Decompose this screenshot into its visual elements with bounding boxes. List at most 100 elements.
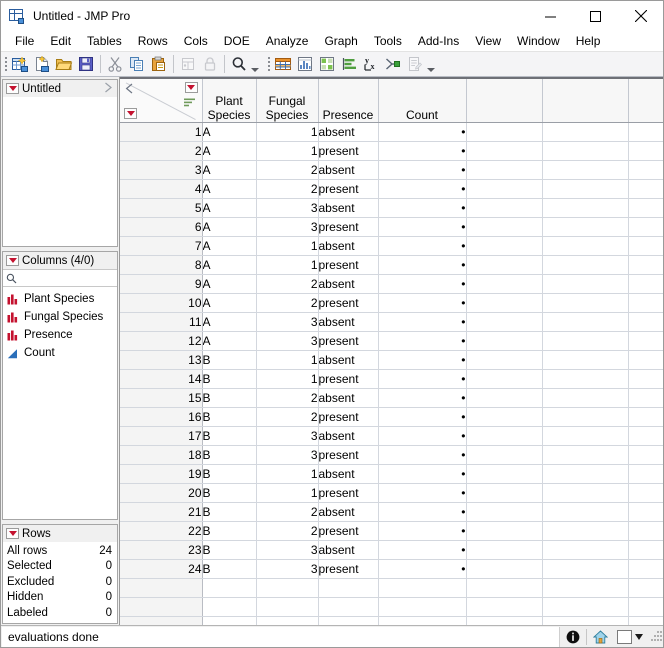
row-number-cell[interactable]: 9 — [120, 274, 203, 294]
column-item-plant-species[interactable]: Plant Species — [3, 290, 117, 308]
cell-plant-species[interactable]: B — [202, 502, 257, 522]
cell-presence[interactable]: absent — [318, 540, 379, 560]
table-row[interactable]: 11 A 3 absent • — [120, 312, 663, 332]
cell-presence[interactable]: present — [318, 483, 379, 503]
table-row[interactable]: 12 A 3 present • — [120, 331, 663, 351]
minimize-button[interactable] — [528, 1, 573, 31]
menu-graph[interactable]: Graph — [316, 32, 365, 50]
cell-fungal-species[interactable]: 1 — [256, 483, 319, 503]
menu-rows[interactable]: Rows — [130, 32, 176, 50]
table-row[interactable]: 10 A 2 present • — [120, 293, 663, 313]
cell-fungal-species[interactable]: 3 — [256, 217, 319, 237]
cell-count[interactable]: • — [378, 521, 467, 541]
menu-cols[interactable]: Cols — [176, 32, 216, 50]
cell-plant-species[interactable]: A — [202, 198, 257, 218]
table-row[interactable]: 15 B 2 absent • — [120, 388, 663, 408]
rows-stat-labeled[interactable]: Labeled 0 — [3, 605, 117, 621]
cell-fungal-species[interactable]: 1 — [256, 350, 319, 370]
cell-count[interactable]: • — [378, 274, 467, 294]
cell-presence[interactable]: present — [318, 293, 379, 313]
table-row[interactable]: 8 A 1 present • — [120, 255, 663, 275]
cell-presence[interactable]: absent — [318, 464, 379, 484]
cell-fungal-species[interactable]: 1 — [256, 236, 319, 256]
cell-fungal-species[interactable]: 3 — [256, 312, 319, 332]
cell-count[interactable]: • — [378, 559, 467, 579]
cell-plant-species[interactable]: A — [202, 236, 257, 256]
cell-fungal-species[interactable]: 3 — [256, 445, 319, 465]
cell-plant-species[interactable]: B — [202, 464, 257, 484]
cell-plant-species[interactable]: A — [202, 141, 257, 161]
columns-search-box[interactable] — [3, 269, 117, 287]
cell-presence[interactable]: absent — [318, 312, 379, 332]
row-number-cell[interactable]: 13 — [120, 350, 203, 370]
table-row[interactable]: 2 A 1 present • — [120, 141, 663, 161]
cell-count[interactable]: • — [378, 445, 467, 465]
distribution-icon[interactable] — [294, 53, 316, 75]
cell-count[interactable]: • — [378, 464, 467, 484]
cell-presence[interactable]: present — [318, 445, 379, 465]
table-row[interactable]: 17 B 3 absent • — [120, 426, 663, 446]
cell-plant-species[interactable]: A — [202, 293, 257, 313]
cell-plant-species[interactable]: A — [202, 331, 257, 351]
red-triangle-menu-icon[interactable] — [6, 255, 19, 266]
cell-count[interactable]: • — [378, 255, 467, 275]
cell-count[interactable]: • — [378, 331, 467, 351]
cell-count[interactable]: • — [378, 217, 467, 237]
table-row[interactable]: 4 A 2 present • — [120, 179, 663, 199]
cell-plant-species[interactable]: B — [202, 426, 257, 446]
rows-stat-excluded[interactable]: Excluded 0 — [3, 574, 117, 590]
cut-icon[interactable] — [104, 53, 126, 75]
table-row[interactable]: 19 B 1 absent • — [120, 464, 663, 484]
cell-count[interactable]: • — [378, 236, 467, 256]
cell-presence[interactable]: present — [318, 407, 379, 427]
cell-fungal-species[interactable]: 2 — [256, 521, 319, 541]
row-number-cell[interactable]: 3 — [120, 160, 203, 180]
cell-fungal-species[interactable]: 3 — [256, 426, 319, 446]
data-table-icon[interactable] — [272, 53, 294, 75]
rows-stat-selected[interactable]: Selected 0 — [3, 559, 117, 575]
cell-plant-species[interactable]: B — [202, 350, 257, 370]
row-number-cell[interactable]: 24 — [120, 559, 203, 579]
cell-plant-species[interactable]: B — [202, 559, 257, 579]
table-row[interactable]: 24 B 3 present • — [120, 559, 663, 579]
row-number-cell[interactable]: 5 — [120, 198, 203, 218]
rows-stat-all-rows[interactable]: All rows 24 — [3, 543, 117, 559]
close-button[interactable] — [618, 1, 663, 31]
column-header-presence[interactable]: Presence — [318, 77, 379, 123]
table-row[interactable]: 18 B 3 present • — [120, 445, 663, 465]
chevron-down-icon[interactable] — [635, 633, 643, 640]
cell-plant-species[interactable]: B — [202, 445, 257, 465]
cell-presence[interactable]: present — [318, 521, 379, 541]
cell-presence[interactable]: absent — [318, 122, 379, 142]
cell-presence[interactable]: absent — [318, 274, 379, 294]
toolbar-overflow-button-1[interactable] — [250, 53, 260, 75]
menu-add-ins[interactable]: Add-Ins — [410, 32, 467, 50]
collapse-arrow-icon[interactable] — [125, 83, 134, 97]
red-triangle-menu-icon[interactable] — [184, 82, 198, 93]
data-grid-corner-cell[interactable] — [120, 77, 203, 123]
cell-count[interactable]: • — [378, 388, 467, 408]
row-number-cell[interactable]: 20 — [120, 483, 203, 503]
menu-tools[interactable]: Tools — [366, 32, 410, 50]
cell-count[interactable]: • — [378, 540, 467, 560]
new-script-icon[interactable] — [31, 53, 53, 75]
menu-analyze[interactable]: Analyze — [258, 32, 317, 50]
menu-window[interactable]: Window — [509, 32, 568, 50]
sort-icon[interactable] — [183, 96, 196, 110]
row-number-cell[interactable]: 22 — [120, 521, 203, 541]
cell-presence[interactable]: absent — [318, 426, 379, 446]
row-number-cell[interactable]: 1 — [120, 122, 203, 142]
bar-chart-icon[interactable] — [338, 53, 360, 75]
row-number-cell[interactable]: 6 — [120, 217, 203, 237]
expand-arrow-icon[interactable] — [104, 82, 113, 96]
table-row[interactable]: 13 B 1 absent • — [120, 350, 663, 370]
red-triangle-menu-icon[interactable] — [6, 83, 19, 94]
cell-presence[interactable]: absent — [318, 236, 379, 256]
cell-plant-species[interactable]: B — [202, 388, 257, 408]
cell-plant-species[interactable]: A — [202, 160, 257, 180]
maximize-button[interactable] — [573, 1, 618, 31]
data-table-panel-header[interactable]: Untitled — [3, 80, 117, 97]
search-icon[interactable] — [228, 53, 250, 75]
cell-presence[interactable]: present — [318, 331, 379, 351]
cell-count[interactable]: • — [378, 483, 467, 503]
